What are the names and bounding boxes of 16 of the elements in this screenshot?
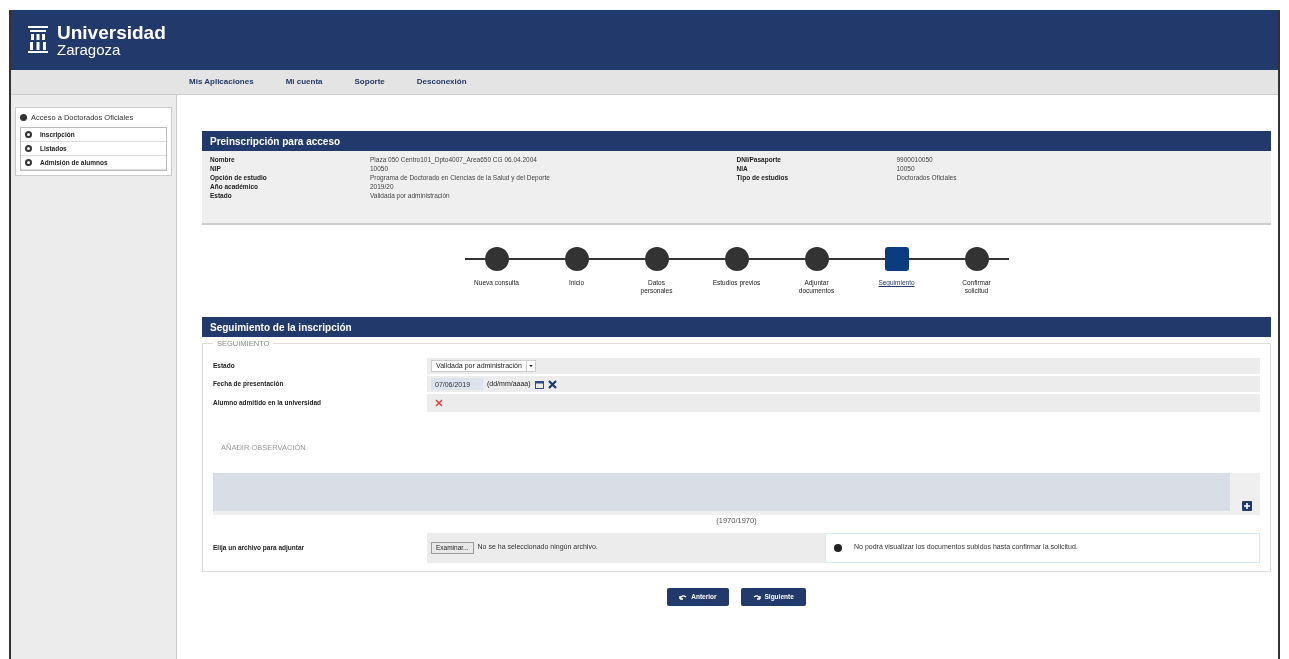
calendar-icon[interactable] xyxy=(534,379,544,389)
redo-arrow-icon xyxy=(752,593,761,600)
clear-icon[interactable] xyxy=(547,379,557,389)
dropdown-icon xyxy=(525,361,535,371)
nav-link[interactable]: Soporte xyxy=(354,76,385,88)
nav-link[interactable]: Mi cuenta xyxy=(285,76,323,88)
nav-link[interactable]: Mis Aplicaciones xyxy=(189,76,254,88)
undo-arrow-icon xyxy=(679,593,688,600)
nav-link[interactable]: Desconexión xyxy=(416,76,467,88)
panel-header: Seguimiento de la inscripción xyxy=(202,317,1271,337)
add-icon[interactable] xyxy=(1242,501,1252,512)
university-logo-icon xyxy=(27,24,49,56)
logo-title: Universidad xyxy=(57,23,166,42)
logo-subtitle: Zaragoza xyxy=(57,42,122,57)
panel-header: Preinscripción para acceso xyxy=(202,131,1271,151)
observation-field[interactable] xyxy=(213,473,1230,512)
